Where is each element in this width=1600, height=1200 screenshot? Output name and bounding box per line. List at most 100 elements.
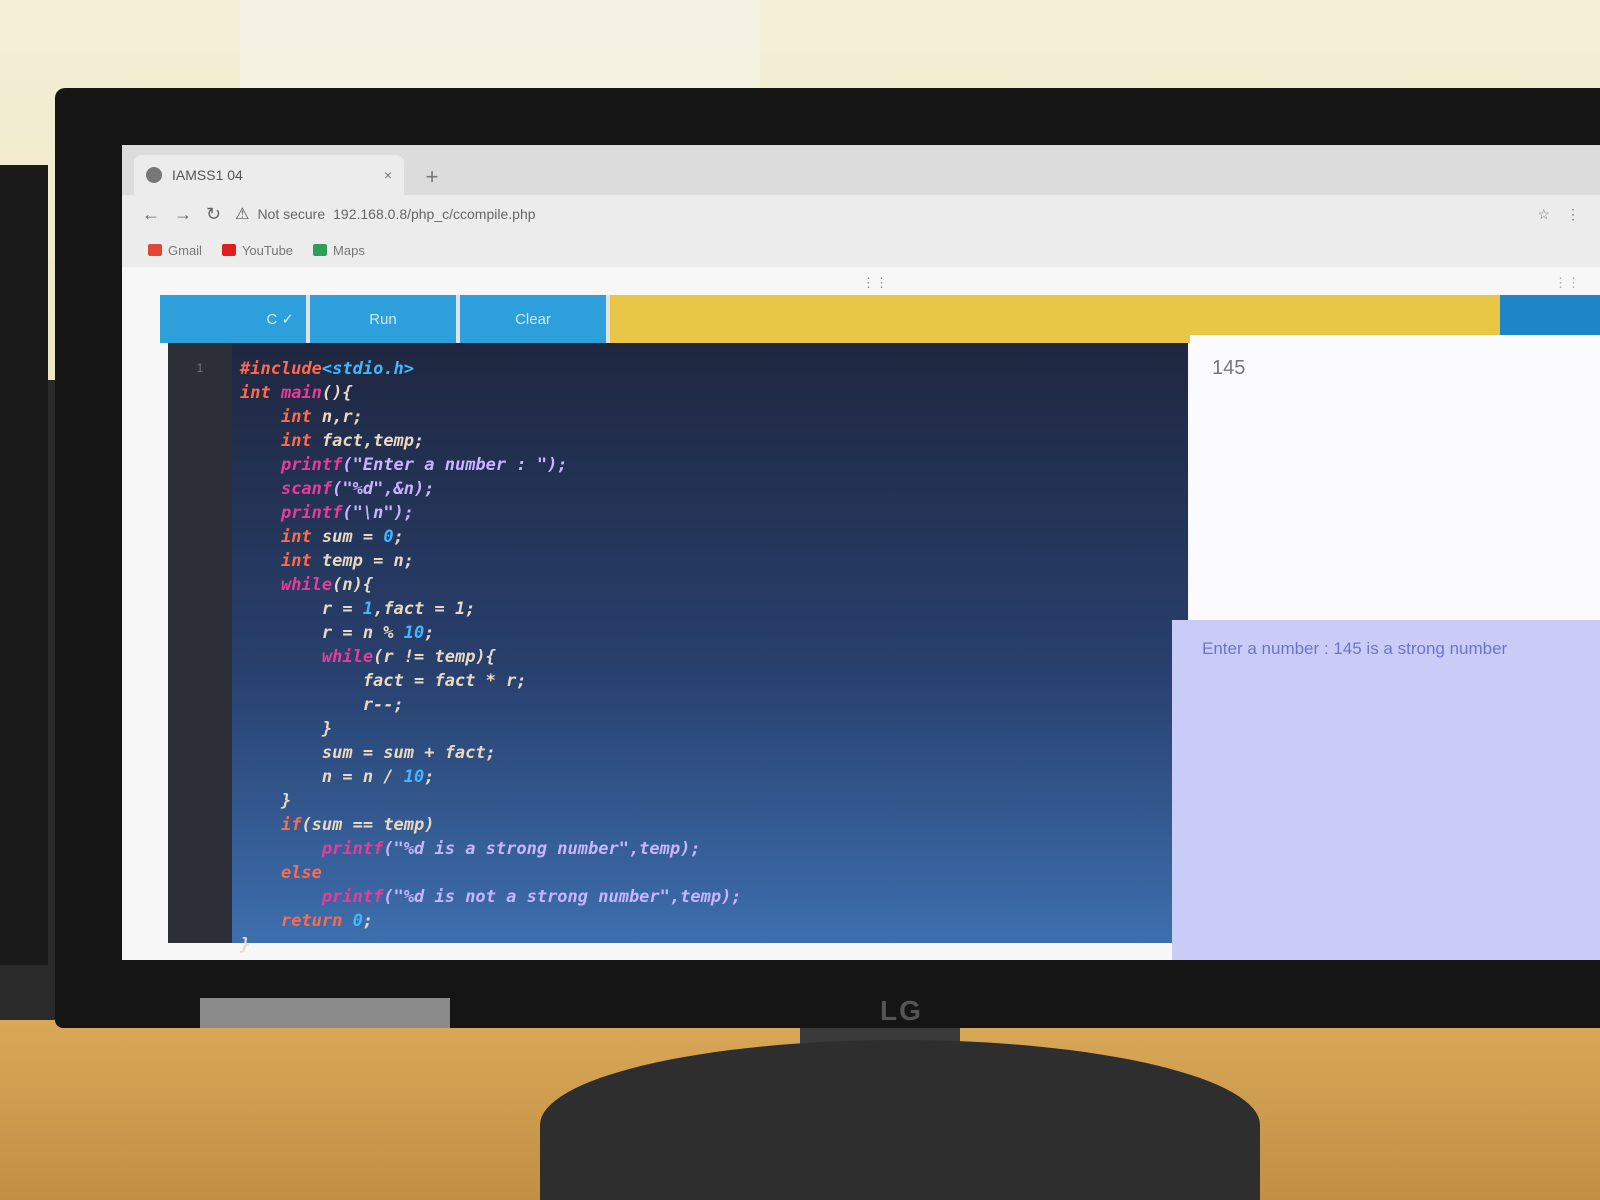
bookmark-favicon-icon (313, 244, 328, 256)
code-token: int (280, 407, 322, 427)
bookmark-item[interactable]: Maps (313, 243, 365, 258)
browser-tools: ☆ ⋮ (1537, 206, 1580, 223)
code-token: r = n % (240, 623, 404, 643)
bookmark-label: Maps (333, 242, 365, 258)
menu-dots-icon[interactable]: ⋮ (1566, 206, 1580, 223)
security-label: Not secure (257, 206, 326, 222)
reload-icon[interactable]: ↻ (206, 204, 221, 225)
drag-handle-icon[interactable]: ⋮⋮ (862, 275, 888, 291)
code-token: printf (321, 887, 384, 907)
forward-icon[interactable]: → (174, 204, 192, 225)
bookmark-favicon-icon (221, 244, 236, 256)
code-line: else (240, 861, 742, 885)
url-text: 192.168.0.8/php_c/ccompile.php (333, 206, 536, 222)
code-token: } (240, 935, 251, 955)
new-tab-button[interactable]: + (414, 159, 450, 195)
whiteboard (240, 0, 760, 90)
code-token: temp = n; (321, 551, 415, 571)
stdin-input[interactable]: 145 (1190, 335, 1600, 620)
monitor-sticker (200, 998, 450, 1028)
bookmark-item[interactable]: YouTube (221, 242, 294, 258)
code-token: } (240, 719, 333, 739)
code-line: return 0; (240, 909, 742, 933)
code-token: r--; (240, 695, 404, 715)
bookmark-item[interactable]: Gmail (148, 243, 202, 258)
code-line: r--; (240, 693, 742, 717)
warning-icon: ⚠ (235, 206, 250, 223)
code-token: scanf (280, 479, 333, 499)
code-line: int fact,temp; (240, 429, 742, 453)
code-line: } (240, 717, 742, 741)
code-token: ("\n"); (342, 503, 415, 523)
omnibox[interactable]: ⚠ Not secure 192.168.0.8/php_c/ccompile.… (235, 204, 1523, 224)
code-line: if(sum == temp) (240, 813, 742, 837)
code-token: ,fact = 1; (373, 599, 476, 619)
code-token: ("%d is a strong number",temp); (383, 839, 701, 859)
code-line: scanf("%d",&n); (240, 477, 742, 501)
code-line: printf("%d is not a strong number",temp)… (240, 885, 742, 909)
code-token: fact = fact * r; (240, 671, 527, 691)
code-token: while (321, 647, 374, 667)
code-token: (n){ (332, 575, 374, 595)
code-token: #include (240, 359, 322, 379)
code-token: else (280, 863, 322, 883)
code-token: ("%d",&n); (332, 479, 435, 499)
monitor-stand-base (540, 1040, 1260, 1200)
code-token: int (280, 551, 322, 571)
code-line: } (240, 789, 742, 813)
code-line: #include<stdio.h> (240, 357, 742, 381)
address-bar: ← → ↻ ⚠ Not secure 192.168.0.8/php_c/cco… (122, 195, 1600, 233)
code-line: int main(){ (240, 381, 742, 405)
code-line: int temp = n; (240, 549, 742, 573)
code-token: 10 (403, 767, 425, 787)
code-token: return (280, 911, 353, 931)
tab-close-icon[interactable]: × (384, 167, 392, 183)
code-line: while(r != temp){ (240, 645, 742, 669)
bookmark-star-icon[interactable]: ☆ (1537, 206, 1550, 223)
code-line: fact = fact * r; (240, 669, 742, 693)
code-token: ; (362, 911, 374, 931)
bookmark-label: YouTube (241, 242, 294, 258)
run-button[interactable]: Run (310, 295, 460, 343)
code-token: printf (321, 839, 384, 859)
code-token: ("%d is not a strong number",temp); (383, 887, 742, 907)
code-line: int n,r; (240, 405, 742, 429)
code-line: int sum = 0; (240, 525, 742, 549)
code-text[interactable]: #include<stdio.h> int main(){ int n,r; in… (240, 357, 742, 957)
code-token: 1 (362, 599, 374, 619)
browser-window: IAMSS1 04 × + ← → ↻ ⚠ Not secure 192.168… (122, 145, 1600, 960)
resize-handle-icon[interactable]: ⋮⋮ (1554, 275, 1580, 291)
code-token: ; (424, 767, 435, 787)
code-token: (sum == temp) (301, 815, 435, 835)
compiler-page: ⋮⋮ ⋮⋮ C ✓ Run Clear 1 #include<stdio.h> i… (122, 267, 1600, 960)
monitor-brand-logo: LG (880, 995, 923, 1026)
code-token: ("Enter a number : "); (342, 455, 568, 475)
language-select[interactable]: C ✓ (160, 295, 310, 343)
code-token: n = n / (240, 767, 404, 787)
program-output: Enter a number : 145 is a strong number (1172, 620, 1600, 960)
bookmark-label: Gmail (168, 242, 202, 258)
code-token: n,r; (321, 407, 363, 427)
code-token: main (280, 383, 322, 403)
back-icon[interactable]: ← (142, 204, 160, 225)
code-editor[interactable]: 1 #include<stdio.h> int main(){ int n,r; … (168, 343, 1188, 955)
clear-button[interactable]: Clear (460, 295, 610, 343)
site-favicon-icon (146, 167, 162, 183)
code-line: r = n % 10; (240, 621, 742, 645)
code-token: 0 (352, 911, 363, 931)
browser-tab[interactable]: IAMSS1 04 × (134, 155, 404, 195)
line-gutter: 1 (168, 343, 232, 943)
code-line: } (240, 933, 742, 957)
